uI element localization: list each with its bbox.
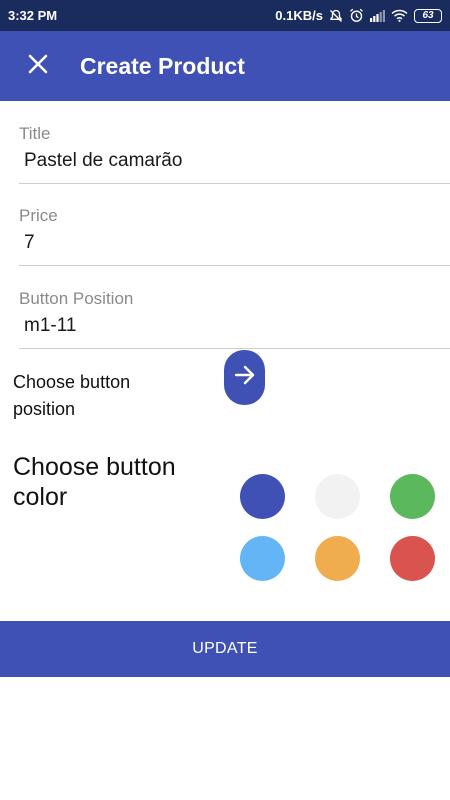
color-swatch-indigo[interactable]	[240, 474, 285, 519]
app-bar: Create Product	[0, 31, 450, 101]
close-icon	[28, 54, 48, 79]
title-field: Title	[19, 124, 450, 184]
color-swatch-orange[interactable]	[315, 536, 360, 581]
choose-color-label: Choose button color	[13, 453, 176, 511]
choose-position-button[interactable]	[224, 350, 265, 405]
choose-position-label: Choose button position	[13, 372, 131, 419]
button-position-label: Button Position	[19, 289, 134, 308]
status-icons: 0.1KB/s 63	[275, 8, 442, 23]
arrow-right-icon	[234, 365, 256, 390]
battery-level: 63	[422, 9, 434, 21]
color-swatch-green[interactable]	[390, 474, 435, 519]
status-time: 3:32 PM	[8, 8, 58, 23]
color-swatch-red[interactable]	[390, 536, 435, 581]
color-swatch-light-gray[interactable]	[315, 474, 360, 519]
button-position-field: Button Position	[19, 289, 450, 349]
status-bar: 3:32 PM 0.1KB/s 63	[0, 0, 450, 31]
mute-notifications-icon	[329, 9, 343, 23]
wifi-icon	[391, 9, 408, 22]
update-button[interactable]: UPDATE	[0, 621, 450, 677]
signal-icon	[370, 9, 385, 22]
title-input[interactable]	[19, 146, 450, 176]
title-label: Title	[19, 124, 51, 143]
battery-icon: 63	[414, 8, 442, 23]
price-label: Price	[19, 206, 58, 225]
button-position-input[interactable]	[19, 311, 450, 341]
page-title: Create Product	[80, 52, 245, 79]
close-button[interactable]	[0, 31, 76, 101]
price-field: Price	[19, 206, 450, 266]
price-input[interactable]	[19, 228, 450, 258]
color-swatch-light-blue[interactable]	[240, 536, 285, 581]
network-speed: 0.1KB/s	[275, 8, 323, 23]
alarm-icon	[349, 8, 364, 23]
